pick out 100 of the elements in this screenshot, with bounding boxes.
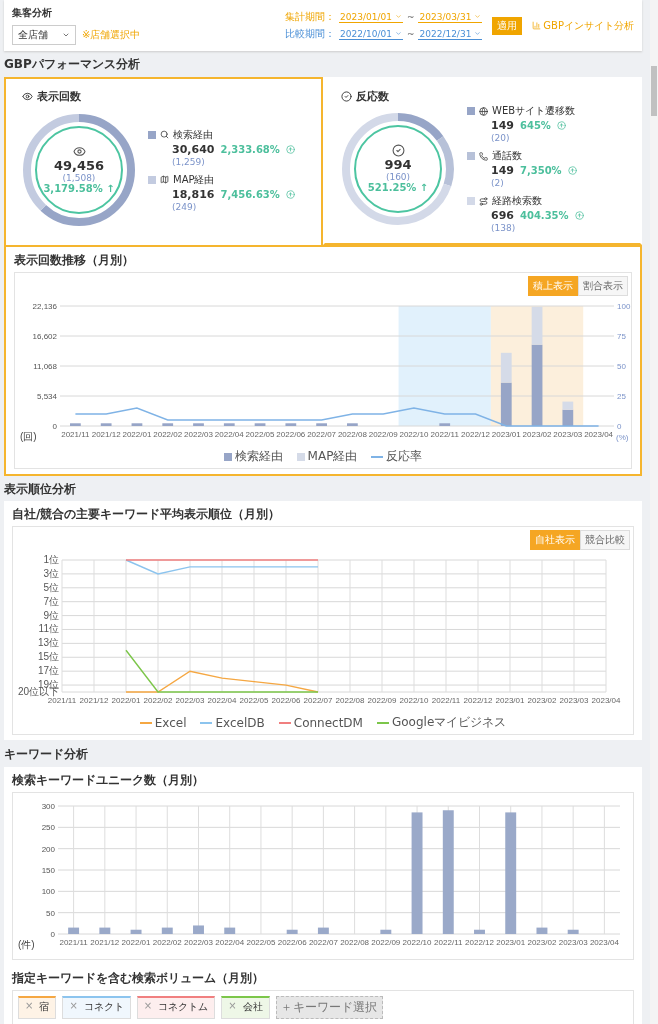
axis-label: 2022/06	[271, 696, 301, 705]
axis-label: 16,602	[32, 332, 57, 341]
axis-label: 200	[41, 844, 55, 854]
axis-label: 2023/03	[558, 938, 588, 947]
axis-label: 2022/08	[335, 696, 365, 705]
axis-label: 2023/01	[496, 938, 526, 947]
axis-label: 2022/04	[215, 938, 245, 947]
panel-title: 自社/競合の主要キーワード平均表示順位（月別）	[12, 506, 282, 523]
axis-label: 2022/06	[277, 938, 307, 947]
change-rate: 404.35%	[519, 210, 569, 221]
chevron-down-icon	[394, 30, 402, 37]
keyword-tag[interactable]: × 宿	[18, 996, 57, 1019]
axis-label: 0	[50, 930, 55, 939]
bar	[347, 423, 358, 426]
axis-label: 2023/03	[559, 696, 589, 705]
axis-label: 2022/03	[184, 938, 213, 947]
bar	[100, 423, 112, 426]
axis-label: 2023/04	[591, 696, 621, 705]
bar	[161, 927, 173, 934]
change-rate: 7,456.63%	[220, 188, 280, 200]
panel-title: 指定キーワードを含む検索ボリューム（月別）	[12, 970, 265, 987]
legend-item: MAP経由	[296, 448, 358, 465]
section-title: キーワード分析	[3, 746, 89, 763]
bar	[439, 423, 451, 426]
axis-label: 2022/11	[431, 696, 461, 705]
axis-label: 20位以下	[17, 686, 59, 697]
date-field[interactable]: 2022/10/01	[339, 28, 403, 40]
axis-unit: (件)	[18, 939, 35, 950]
axis-label: 2022/07	[307, 430, 337, 439]
axis-label: 2022/05	[239, 696, 269, 705]
bar	[223, 423, 235, 426]
chevron-down-icon	[474, 13, 482, 20]
axis-label: 2022/10	[402, 938, 432, 947]
search-icon	[160, 130, 169, 139]
axis-label: 2022/05	[245, 430, 275, 439]
eye-icon	[72, 145, 86, 158]
bar	[500, 382, 512, 426]
axis-label: 2023/04	[589, 938, 619, 947]
bar	[130, 929, 142, 934]
change-rate: 2,333.68%	[220, 143, 280, 155]
axis-unit: (%)	[616, 433, 629, 442]
keyword-tag[interactable]: × コネクトム	[136, 996, 216, 1019]
keyword-tag[interactable]: × 会社	[221, 996, 270, 1019]
bar	[162, 423, 174, 426]
legend-item: 反応率	[371, 448, 423, 465]
keyword-tag[interactable]: × コネクト	[62, 996, 131, 1019]
store-select[interactable]: 全店舗	[12, 25, 76, 45]
metric-value: 149	[491, 164, 514, 177]
axis-label: 17位	[37, 665, 59, 677]
axis-label: 2022/09	[367, 696, 397, 705]
axis-label: 2022/12	[465, 938, 494, 947]
bar	[317, 927, 329, 934]
call-icon	[479, 151, 488, 161]
toggle-button[interactable]: 競合比較	[580, 530, 630, 550]
axis-label: 300	[41, 802, 55, 811]
metric-label: 通話数	[492, 149, 522, 163]
scrollbar-thumb[interactable]	[651, 66, 657, 116]
axis-label: 9位	[43, 609, 59, 621]
axis-label: 0	[617, 422, 622, 431]
axis-label: 2022/07	[308, 938, 338, 947]
axis-label: 2022/04	[214, 430, 244, 439]
axis-label: 2022/11	[434, 938, 463, 947]
check-circle-icon	[391, 144, 405, 157]
panel-title: 表示回数推移（月別）	[14, 252, 135, 269]
total-value: 49,456	[53, 158, 105, 173]
toggle-button[interactable]: 割合表示	[578, 276, 628, 296]
legend-item: 検索経由	[223, 448, 283, 465]
card-title: 表示回数	[37, 89, 81, 104]
axis-label: 2022/08	[340, 938, 370, 947]
metric-label: 経路検索数	[492, 194, 542, 208]
page-title: 集客分析	[12, 6, 53, 20]
chevron-down-icon	[474, 30, 482, 37]
axis-label: 2021/12	[90, 938, 120, 947]
axis-label: 2022/09	[371, 938, 401, 947]
date-field[interactable]: 2022/12/31	[418, 28, 483, 40]
bar	[286, 929, 298, 934]
bar	[536, 927, 548, 934]
axis-label: 2022/03	[184, 430, 213, 439]
axis-label: 2022/01	[111, 696, 141, 705]
axis-label: 11,068	[33, 362, 57, 371]
bar	[99, 927, 111, 934]
card-title: 反応数	[356, 89, 389, 104]
axis-label: 11位	[38, 623, 59, 635]
metric-label: WEBサイト遷移数	[492, 104, 576, 118]
previous-value: (138)	[490, 223, 517, 233]
route-icon	[479, 196, 488, 206]
axis-label: 2022/02	[143, 696, 173, 705]
previous-value: (160)	[385, 172, 411, 182]
axis-label: 2022/10	[399, 696, 429, 705]
metric-value: 18,816	[172, 187, 215, 201]
range-separator: ~	[406, 29, 415, 39]
axis-label: 2022/05	[246, 938, 276, 947]
change-rate: 521.25% ↑	[367, 182, 429, 193]
previous-value: (249)	[171, 201, 198, 212]
axis-label: 2022/11	[430, 430, 459, 439]
change-rate: 3,179.58% ↑	[43, 183, 115, 194]
bar	[193, 423, 204, 426]
bar	[193, 925, 204, 934]
axis-label: 2022/10	[399, 430, 429, 439]
range-separator: ~	[406, 12, 415, 22]
